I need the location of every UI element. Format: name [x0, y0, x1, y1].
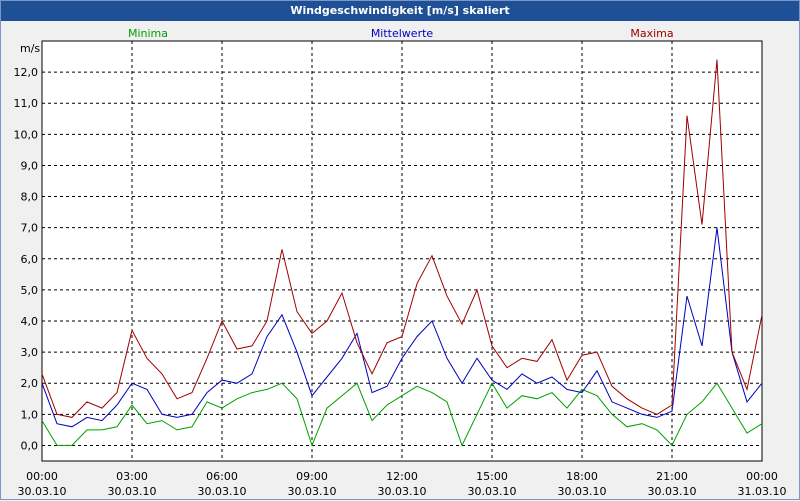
y-tick-label: 4,0: [21, 315, 39, 328]
wind-speed-chart: 0,0 1,0 2,0 3,0 4,0 5,0 6,0 7,0 8,0 9,0 10,0 11,0 12…: [14, 27, 787, 498]
x-tick-time: 06:00: [206, 470, 238, 483]
x-tick-time: 15:00: [476, 470, 508, 483]
y-tick-label: 5,0: [21, 284, 39, 297]
x-tick-time: 12:00: [386, 470, 418, 483]
y-tick-label: 3,0: [21, 346, 39, 359]
y-tick-label: 7,0: [21, 222, 39, 235]
x-tick-date: 30.03.10: [378, 485, 427, 498]
y-tick-label: 8,0: [21, 191, 39, 204]
x-tick-time: 18:00: [566, 470, 598, 483]
x-tick-time: 00:00: [746, 470, 778, 483]
x-tick-date: 30.03.10: [288, 485, 337, 498]
x-tick-date: 30.03.10: [18, 485, 67, 498]
x-tick-date: 30.03.10: [648, 485, 697, 498]
chart-window: Windgeschwindigkeit [m/s] skaliert 0,0 1,…: [0, 0, 800, 500]
y-tick-label: 6,0: [21, 253, 39, 266]
y-tick-label: 12,0: [14, 66, 39, 79]
x-tick-time: 00:00: [26, 470, 58, 483]
y-axis-unit: m/s: [20, 42, 40, 55]
legend-mittelwerte: Mittelwerte: [371, 27, 434, 40]
legend-minima: Minima: [128, 27, 168, 40]
y-tick-label: 1,0: [21, 408, 39, 421]
x-tick-time: 09:00: [296, 470, 328, 483]
x-tick-time: 03:00: [116, 470, 148, 483]
y-tick-label: 10,0: [14, 128, 39, 141]
x-axis-ticks: 00:00 30.03.10 03:00 30.03.10 06:00 30.03.10 0…: [18, 470, 787, 498]
y-axis-ticks: 0,0 1,0 2,0 3,0 4,0 5,0 6,0 7,0 8,0 9,0 10,0 11,0 12…: [14, 66, 39, 452]
x-tick-date: 30.03.10: [108, 485, 157, 498]
y-tick-label: 0,0: [21, 439, 39, 452]
y-tick-label: 9,0: [21, 159, 39, 172]
y-tick-label: 2,0: [21, 377, 39, 390]
x-tick-date: 31.03.10: [738, 485, 787, 498]
x-tick-date: 30.03.10: [198, 485, 247, 498]
x-tick-time: 21:00: [656, 470, 688, 483]
x-tick-date: 30.03.10: [468, 485, 517, 498]
x-tick-date: 30.03.10: [558, 485, 607, 498]
y-tick-label: 11,0: [14, 97, 39, 110]
legend-maxima: Maxima: [630, 27, 673, 40]
